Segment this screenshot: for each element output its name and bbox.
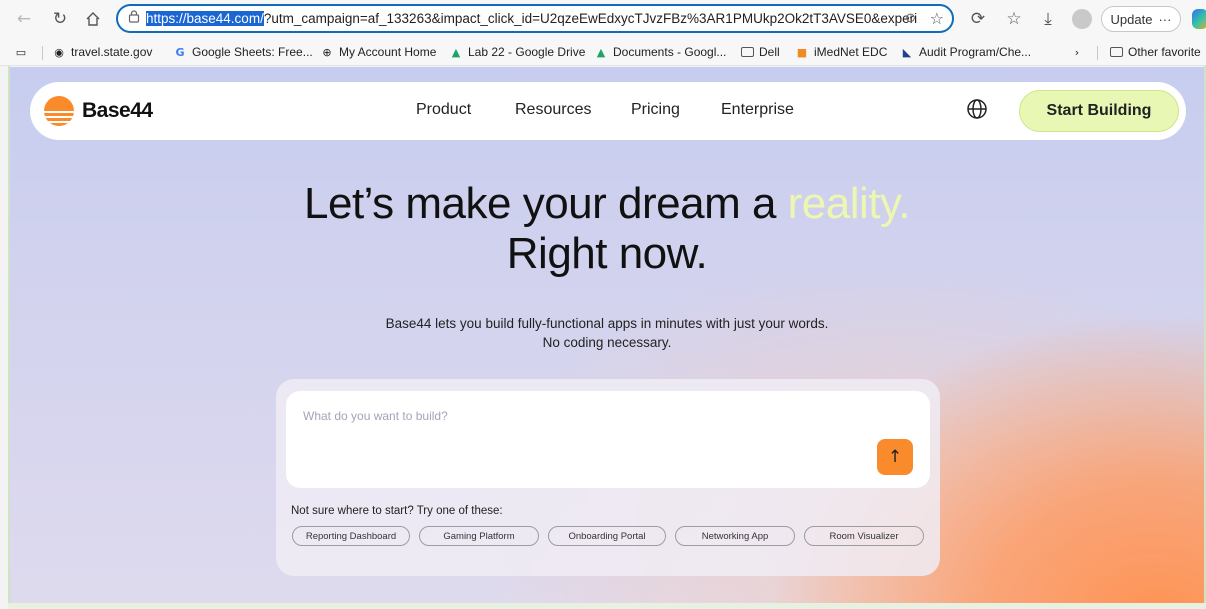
other-favorites[interactable]: Other favorite: [1109, 43, 1201, 61]
refresh-icon[interactable]: ↻: [48, 7, 72, 31]
address-url-selected: https://base44.com/: [146, 11, 264, 26]
google-icon: G: [175, 45, 185, 59]
page-actions-icon[interactable]: ⊙: [905, 11, 916, 26]
triangle-icon: ◣: [902, 45, 912, 59]
update-label: Update: [1110, 11, 1153, 27]
copilot-icon[interactable]: [1192, 9, 1206, 29]
back-icon[interactable]: ←: [12, 7, 36, 31]
address-url[interactable]: https://base44.com/?utm_campaign=af_1332…: [146, 11, 917, 26]
suggestion-chip[interactable]: Networking App: [675, 526, 795, 546]
hero-accent-text: reality.: [787, 179, 911, 228]
send-arrow-icon[interactable]: ↑: [877, 439, 913, 475]
bookmark-item[interactable]: Dell: [740, 43, 780, 61]
other-favorites-label: Other favorite: [1128, 45, 1201, 59]
bookmark-label: My Account Home: [339, 45, 437, 59]
profile-avatar[interactable]: [1072, 9, 1092, 29]
prompt-card: ↑ Not sure where to start? Try one of th…: [276, 379, 940, 576]
prompt-input[interactable]: [303, 407, 863, 425]
bookmark-label: iMedNet EDC: [814, 45, 888, 59]
hero-text: Let’s make your dream a: [304, 179, 788, 228]
bookmark-label: travel.state.gov: [71, 45, 153, 59]
prompt-box[interactable]: ↑: [286, 391, 930, 488]
cube-icon: ■: [796, 45, 808, 59]
extensions-icon[interactable]: ⟳: [966, 7, 990, 31]
seal-icon: ◉: [54, 45, 64, 59]
bookmarks-toggle-icon[interactable]: ▭: [14, 43, 28, 61]
suggestion-chips: Reporting Dashboard Gaming Platform Onbo…: [292, 526, 924, 546]
home-icon[interactable]: [81, 7, 105, 31]
logo[interactable]: Base44: [44, 96, 153, 126]
bookmark-item[interactable]: ⊕ My Account Home: [320, 43, 436, 61]
language-globe-icon[interactable]: [966, 98, 988, 120]
nav-product[interactable]: Product: [416, 101, 471, 119]
site-header: Base44 Product Resources Pricing Enterpr…: [30, 82, 1186, 140]
bookmark-item[interactable]: ◣ Audit Program/Che...: [900, 43, 1031, 61]
update-button[interactable]: Update ···: [1101, 6, 1181, 32]
favorites-icon[interactable]: ☆: [1002, 7, 1026, 31]
folder-icon: [1109, 45, 1123, 59]
logo-text: Base44: [82, 99, 153, 122]
divider: [42, 46, 43, 60]
bookmark-label: Google Sheets: Free...: [192, 45, 313, 59]
google-drive-icon: ▲: [596, 45, 606, 59]
bookmark-label: Lab 22 - Google Drive: [468, 45, 586, 59]
suggestion-chip[interactable]: Gaming Platform: [419, 526, 539, 546]
bookmark-item[interactable]: ■ iMedNet EDC: [795, 43, 888, 61]
more-icon: ···: [1158, 11, 1172, 27]
address-bar[interactable]: https://base44.com/?utm_campaign=af_1332…: [116, 4, 954, 33]
google-drive-icon: ▲: [451, 45, 461, 59]
page-content: Base44 Product Resources Pricing Enterpr…: [10, 67, 1204, 603]
folder-icon: [740, 45, 754, 59]
hero-line-2: Right now.: [506, 229, 708, 278]
logo-mark-icon: [44, 96, 74, 126]
subtitle-line-2: No coding necessary.: [542, 335, 672, 350]
site-info-icon[interactable]: [128, 10, 140, 27]
bookmark-label: Audit Program/Che...: [919, 45, 1032, 59]
start-building-button[interactable]: Start Building: [1019, 90, 1179, 132]
nav-enterprise[interactable]: Enterprise: [721, 101, 794, 119]
chevron-right-icon: ›: [1074, 45, 1080, 59]
globe-icon: ⊕: [322, 45, 332, 59]
bookmark-item[interactable]: ◉ travel.state.gov: [52, 43, 152, 61]
address-url-query: ?utm_campaign=af_133263&impact_click_id=…: [263, 11, 918, 26]
bookmark-item[interactable]: G Google Sheets: Free...: [173, 43, 313, 61]
bookmarks-overflow-icon[interactable]: ›: [1070, 43, 1084, 61]
nav-pricing[interactable]: Pricing: [631, 101, 680, 119]
sidebar-icon: ▭: [15, 45, 27, 59]
suggestion-chip[interactable]: Room Visualizer: [804, 526, 924, 546]
bookmark-label: Documents - Googl...: [613, 45, 727, 59]
bookmark-item[interactable]: ▲ Documents - Googl...: [594, 43, 727, 61]
favorite-star-icon[interactable]: ☆: [930, 9, 944, 28]
downloads-icon[interactable]: ⤓: [1036, 7, 1060, 31]
bookmarks-bar: ▭ ◉ travel.state.gov G Google Sheets: Free…: [0, 38, 1206, 66]
hero-heading: Let’s make your dream a reality. Right n…: [10, 179, 1204, 279]
suggestions-hint: Not sure where to start? Try one of thes…: [291, 505, 503, 517]
browser-toolbar: ← ↻ https://base44.com/?utm_campaign=af_…: [0, 0, 1206, 38]
hero-subtitle: Base44 lets you build fully-functional a…: [10, 314, 1204, 352]
page-frame-bottom: [8, 603, 1206, 609]
bookmark-label: Dell: [759, 45, 780, 59]
subtitle-line-1: Base44 lets you build fully-functional a…: [385, 316, 829, 331]
bookmark-item[interactable]: ▲ Lab 22 - Google Drive: [449, 43, 586, 61]
suggestion-chip[interactable]: Onboarding Portal: [548, 526, 666, 546]
hero-line-1: Let’s make your dream a reality.: [10, 179, 1204, 229]
suggestion-chip[interactable]: Reporting Dashboard: [292, 526, 410, 546]
divider: [1097, 46, 1098, 60]
home-glyph: [86, 12, 100, 26]
nav-resources[interactable]: Resources: [515, 101, 591, 119]
